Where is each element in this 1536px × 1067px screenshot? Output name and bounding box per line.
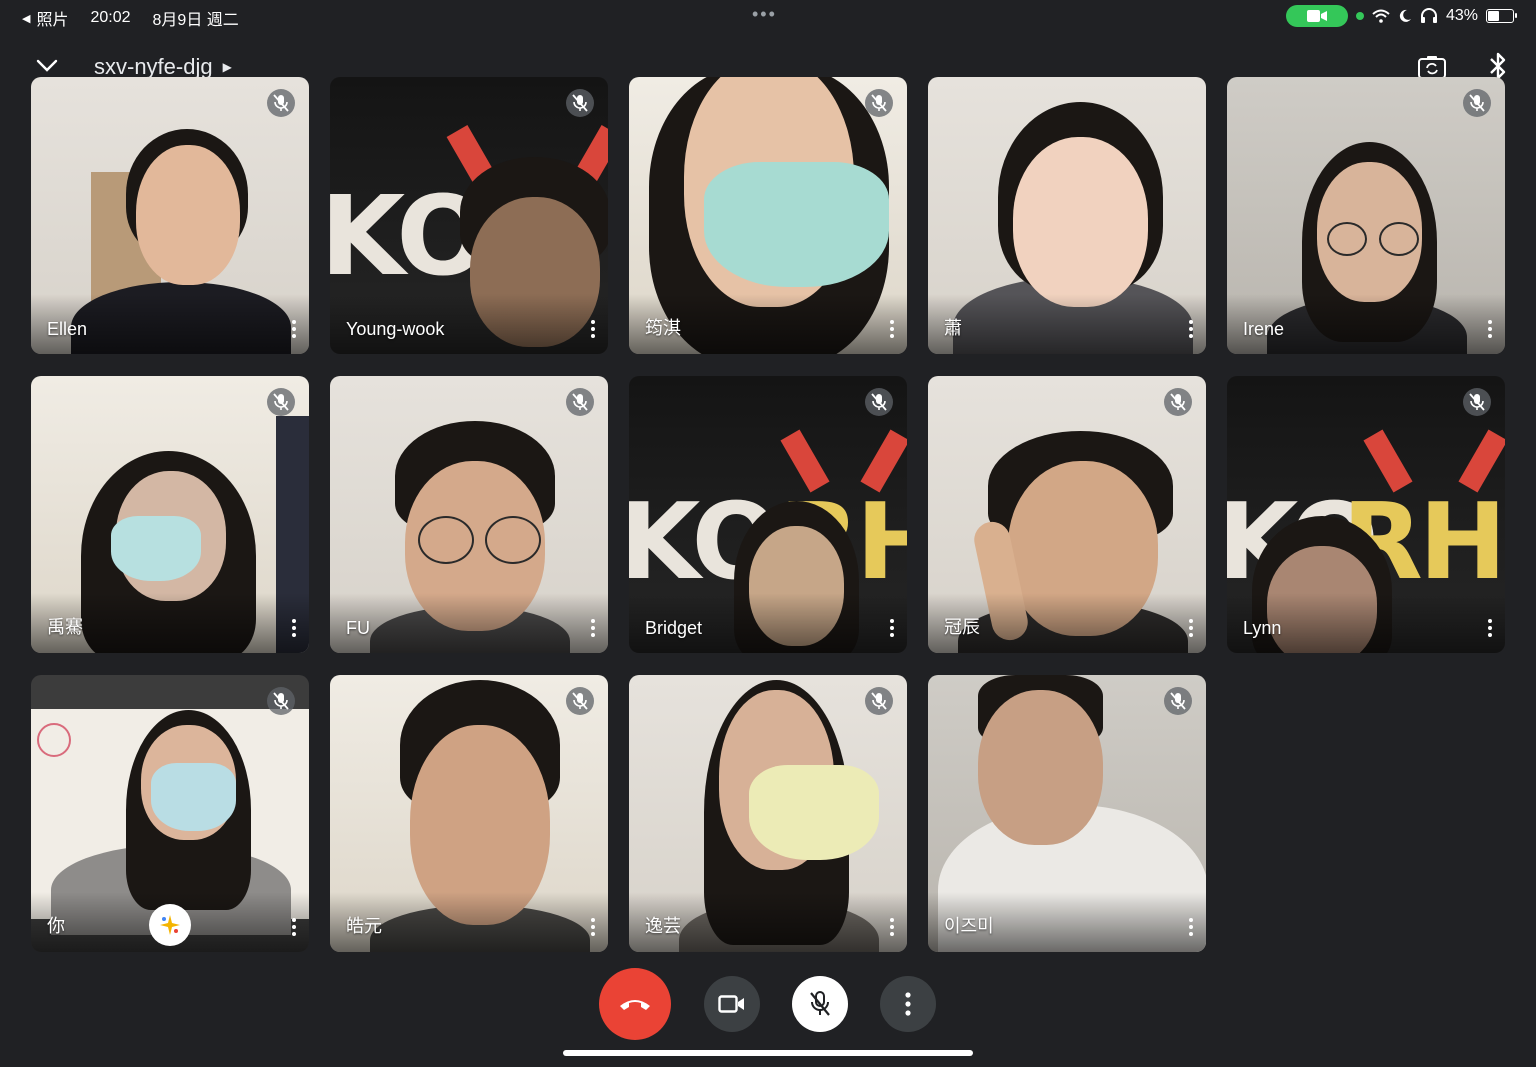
participant-tile[interactable]: 冠辰: [928, 376, 1206, 653]
name-shade: [928, 294, 1206, 354]
more-vert-icon[interactable]: [885, 615, 899, 641]
participant-name: 筠淇: [645, 318, 681, 338]
phone-hangup-icon: [620, 1000, 650, 1010]
more-vert-icon[interactable]: [885, 914, 899, 940]
meet-screen: ◀ 照片 20:02 8月9日 週二 ••• 43% sxv-nyfe-djg …: [0, 0, 1536, 1067]
participant-name: 이즈미: [944, 916, 994, 936]
more-vert-icon[interactable]: [287, 316, 301, 342]
status-left: ◀ 照片 20:02 8月9日 週二: [22, 6, 239, 30]
battery-fill: [1488, 11, 1500, 21]
camera-button[interactable]: [704, 976, 760, 1032]
moon-icon: [1399, 9, 1411, 22]
mic-off-icon: [865, 388, 893, 416]
participant-name: 冠辰: [944, 617, 980, 637]
participant-name: 蕭: [944, 318, 962, 338]
more-vert-icon[interactable]: [287, 615, 301, 641]
self-tile[interactable]: 你: [31, 675, 309, 952]
mic-off-icon: [267, 89, 295, 117]
more-vert-icon[interactable]: [1184, 914, 1198, 940]
more-vert-icon[interactable]: [885, 316, 899, 342]
active-camera-pill[interactable]: [1285, 5, 1348, 27]
status-time: 20:02: [90, 9, 131, 26]
participant-tile[interactable]: KO RHS Bridget: [629, 376, 907, 653]
mic-off-icon: [865, 89, 893, 117]
status-date: 8月9日 週二: [152, 12, 239, 29]
more-vert-icon[interactable]: [287, 914, 301, 940]
mic-off-icon: [1164, 388, 1192, 416]
name-shade: [330, 593, 608, 653]
microphone-button[interactable]: [792, 976, 848, 1032]
participant-tile[interactable]: 筠淇: [629, 77, 907, 354]
mic-off-icon: [1463, 388, 1491, 416]
more-vert-icon[interactable]: [586, 914, 600, 940]
participant-tile[interactable]: Ellen: [31, 77, 309, 354]
mic-off-icon: [566, 687, 594, 715]
participant-name: 皓元: [346, 916, 382, 936]
battery-icon: [1486, 9, 1517, 23]
participant-name: 逸芸: [645, 916, 681, 936]
participant-tile[interactable]: 皓元: [330, 675, 608, 952]
sparkle-icon[interactable]: [149, 904, 191, 946]
participant-name: Irene: [1243, 319, 1285, 339]
mic-off-icon: [1463, 89, 1491, 117]
call-controls: [0, 968, 1536, 1040]
videocam-pill-icon: [1306, 10, 1327, 22]
back-arrow-icon[interactable]: ◀: [22, 12, 30, 25]
participant-tile[interactable]: 逸芸: [629, 675, 907, 952]
more-vert-icon[interactable]: [1483, 316, 1497, 342]
more-vert-icon: [905, 992, 911, 1016]
more-vert-icon[interactable]: [586, 615, 600, 641]
videocam-icon: [718, 995, 744, 1013]
wifi-icon: [1372, 9, 1390, 23]
status-bar: ◀ 照片 20:02 8月9日 週二 ••• 43%: [0, 0, 1536, 32]
more-vert-icon[interactable]: [1483, 615, 1497, 641]
mic-off-icon: [865, 687, 893, 715]
more-vert-icon[interactable]: [1184, 615, 1198, 641]
more-vert-icon[interactable]: [1184, 316, 1198, 342]
participant-name: Lynn: [1243, 618, 1282, 638]
participant-name: Bridget: [645, 618, 703, 638]
mic-off-icon: [267, 388, 295, 416]
battery-percent: 43%: [1445, 7, 1478, 24]
participant-name: 你: [47, 916, 65, 936]
more-vert-icon[interactable]: [586, 316, 600, 342]
chevron-down-icon[interactable]: [34, 52, 60, 78]
participant-tile[interactable]: Irene: [1227, 77, 1505, 354]
participant-tile[interactable]: KO RHS Lynn: [1227, 376, 1505, 653]
multitasking-dots-icon[interactable]: •••: [752, 4, 777, 25]
participant-tile[interactable]: FU: [330, 376, 608, 653]
status-right: 43%: [1285, 5, 1517, 27]
mic-off-icon: [566, 388, 594, 416]
participant-name: Young-wook: [346, 319, 445, 339]
mic-off-icon: [810, 991, 830, 1016]
participant-tile[interactable]: KO Young-wook: [330, 77, 608, 354]
end-call-button[interactable]: [599, 968, 671, 1040]
back-app-label[interactable]: 照片: [36, 6, 68, 30]
mic-off-icon: [267, 687, 295, 715]
participant-name: Ellen: [47, 319, 88, 339]
effects-sparkle-graphic: [160, 915, 180, 935]
participant-tile[interactable]: 이즈미: [928, 675, 1206, 952]
participant-name: 禹騫: [47, 617, 83, 637]
caret-right-icon: ▶: [222, 60, 232, 74]
participant-tile[interactable]: 蕭: [928, 77, 1206, 354]
camera-in-use-dot: [1355, 12, 1364, 20]
participant-name: FU: [346, 618, 370, 638]
headphones-icon: [1420, 8, 1437, 23]
mic-off-icon: [1164, 687, 1192, 715]
home-indicator[interactable]: [563, 1050, 973, 1056]
mic-off-icon: [566, 89, 594, 117]
participant-tile[interactable]: 禹騫: [31, 376, 309, 653]
more-options-button[interactable]: [880, 976, 936, 1032]
